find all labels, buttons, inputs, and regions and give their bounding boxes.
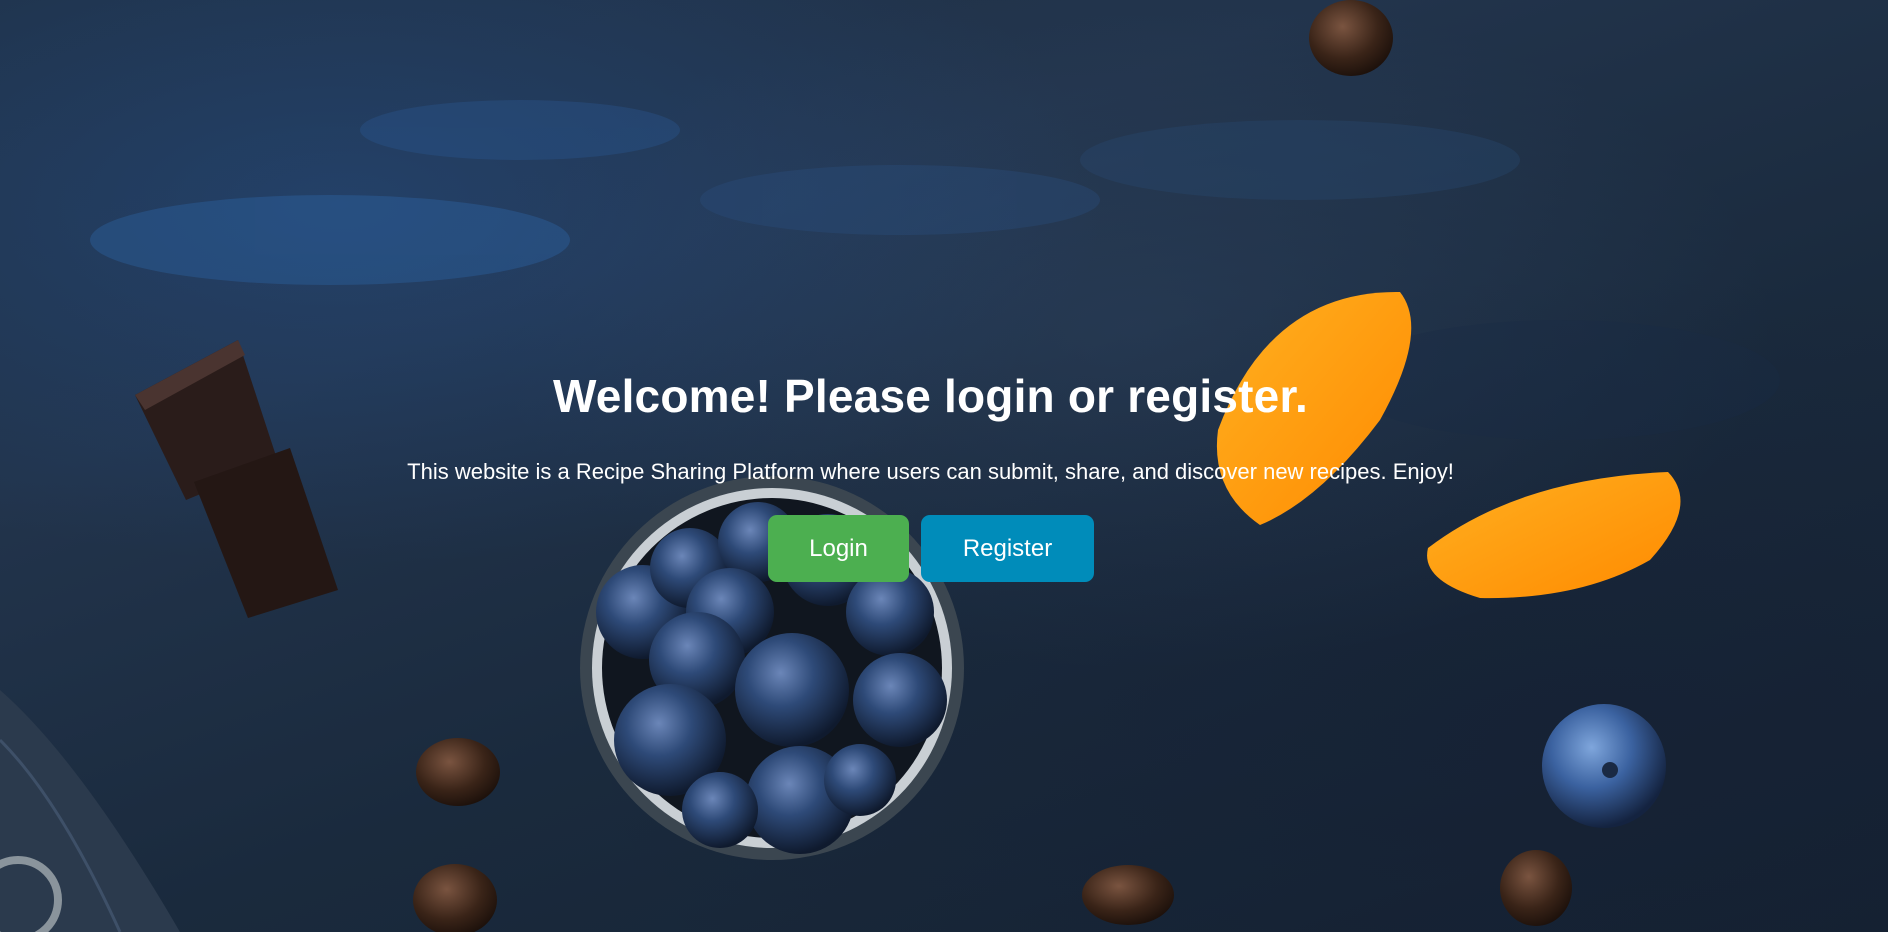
register-button[interactable]: Register <box>921 515 1094 582</box>
page-description: This website is a Recipe Sharing Platfor… <box>407 459 1454 484</box>
landing-page: Welcome! Please login or register. This … <box>0 0 1888 932</box>
login-button[interactable]: Login <box>768 515 909 582</box>
hero-section: Welcome! Please login or register. This … <box>0 0 1888 932</box>
page-title: Welcome! Please login or register. <box>553 370 1308 422</box>
